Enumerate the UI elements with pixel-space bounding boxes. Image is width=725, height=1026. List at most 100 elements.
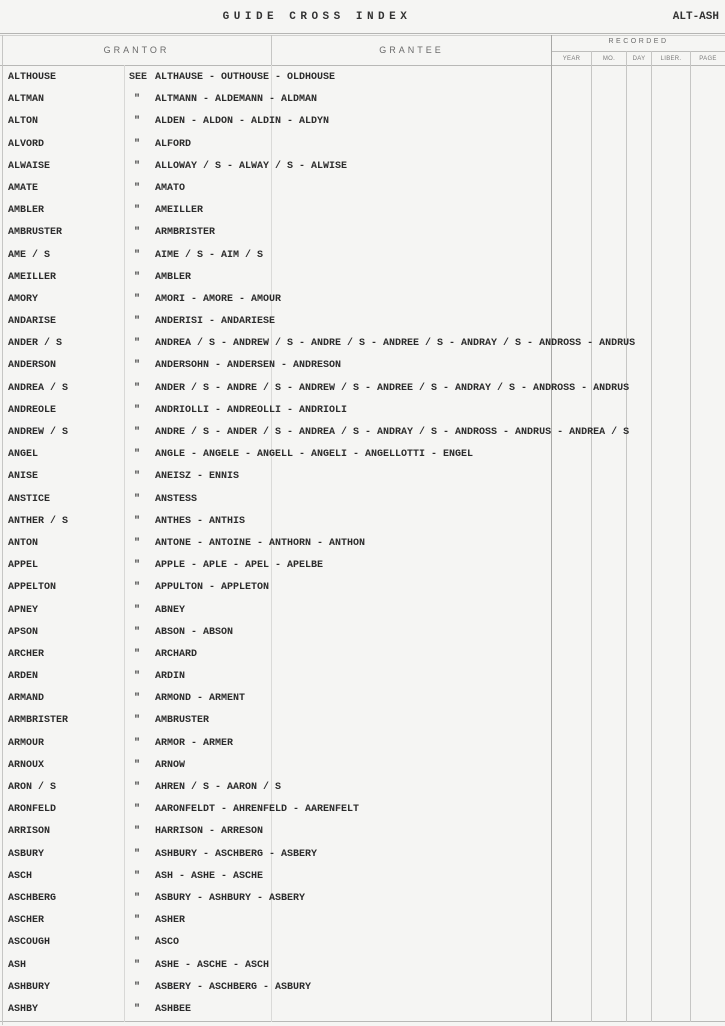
header-bottom-rule (0, 65, 725, 66)
grantor-name: ARCHER (8, 648, 45, 660)
grantor-name: APPELTON (8, 582, 57, 594)
grantor-name: ALTMAN (8, 94, 45, 106)
index-entry: ANDARISE " ANDERISI - ANDARIESE (0, 311, 725, 333)
grantee-names: ANTHES - ANTHIS (155, 515, 246, 527)
grantee-names: ASBERY - ASCHBERG - ASBURY (155, 981, 312, 993)
grantor-name: AMORY (8, 293, 39, 305)
index-entry: ANISE " ANEISZ - ENNIS (0, 466, 725, 488)
grantee-names: ALLOWAY / S - ALWAY / S - ALWISE (155, 160, 348, 172)
grantor-name: AMBRUSTER (8, 227, 63, 239)
ditto-mark: " (134, 826, 141, 838)
index-entry: ANSTICE " ANSTESS (0, 489, 725, 511)
index-entry: ASHBY " ASHBEE (0, 999, 725, 1021)
ditto-mark: " (134, 782, 141, 793)
ditto-mark: " (134, 271, 141, 283)
grantor-name: ANISE (8, 471, 39, 483)
grantee-names: ARMOR - ARMER (155, 737, 234, 749)
grantee-names: ANDREA / S - ANDREW / S - ANDRE / S - AN… (155, 338, 636, 350)
grantee-names: AMATO (155, 182, 186, 194)
grantor-name: ARONFELD (8, 804, 57, 816)
grantee-names: ALTHAUSE - OUTHOUSE - OLDHOUSE (155, 72, 336, 83)
grantee-names: AHREN / S - AARON / S (155, 782, 282, 793)
ditto-mark: " (134, 848, 141, 860)
grantee-names: ARCHARD (155, 648, 198, 660)
grantor-name: ANDREA / S (8, 382, 69, 394)
ditto-mark: " (134, 227, 141, 239)
grantor-name: ANSTICE (8, 493, 51, 505)
grantee-names: ASHBURY - ASCHBERG - ASBERY (155, 848, 318, 860)
grantee-names: ASHBEE (155, 1003, 192, 1015)
grantor-name: ANTON (8, 537, 39, 549)
recorded-sub-rule (551, 51, 725, 52)
grantee-names: ANEISZ - ENNIS (155, 471, 240, 483)
grantee-names: ANTONE - ANTOINE - ANTHORN - ANTHON (155, 537, 366, 549)
ditto-mark: " (134, 804, 141, 816)
ditto-mark: " (134, 249, 141, 261)
grantee-names: AIME / S - AIM / S (155, 249, 264, 261)
ditto-mark: " (134, 648, 141, 660)
grantee-names: AMBLER (155, 271, 192, 283)
ditto-mark: " (134, 693, 141, 705)
grantor-name: AMATE (8, 182, 39, 194)
grantee-names: ARMBRISTER (155, 227, 216, 239)
index-entry: AMEILLER " AMBLER (0, 267, 725, 289)
grantee-names: AMEILLER (155, 205, 204, 217)
index-entry: ARMOUR " ARMOR - ARMER (0, 733, 725, 755)
index-entry: ANTHER / S " ANTHES - ANTHIS (0, 511, 725, 533)
index-entry: ARMAND " ARMOND - ARMENT (0, 688, 725, 710)
grantor-name: ASHBY (8, 1003, 39, 1015)
ditto-mark: " (134, 759, 141, 771)
grantee-names: HARRISON - ARRESON (155, 826, 264, 838)
ditto-mark: " (134, 959, 141, 971)
index-entry: ANDREW / S " ANDRE / S - ANDER / S - ANDRE… (0, 422, 725, 444)
grantee-names: ALDEN - ALDON - ALDIN - ALDYN (155, 116, 330, 128)
grantor-name: ASCHBERG (8, 892, 57, 904)
ditto-mark: " (134, 94, 141, 106)
grantor-name: AMEILLER (8, 271, 57, 283)
grantee-names: ARMOND - ARMENT (155, 693, 246, 705)
grantee-names: ANDERSOHN - ANDERSEN - ANDRESON (155, 360, 342, 372)
index-entry: APSON " ABSON - ABSON (0, 622, 725, 644)
grantor-name: ASBURY (8, 848, 45, 860)
ditto-mark: " (134, 1003, 141, 1015)
index-entry: ALTON " ALDEN - ALDON - ALDIN - ALDYN (0, 111, 725, 133)
grantor-name: ARMBRISTER (8, 715, 69, 727)
ditto-mark: " (134, 626, 141, 638)
index-entry: ARNOUX " ARNOW (0, 755, 725, 777)
grantee-names: ABNEY (155, 604, 186, 616)
grantor-header: GRANTOR (103, 45, 170, 55)
index-entry: ALWAISE " ALLOWAY / S - ALWAY / S - ALWISE (0, 156, 725, 178)
index-entry: ANDER / S " ANDREA / S - ANDREW / S - ANDR… (0, 333, 725, 355)
index-entry: ASBURY " ASHBURY - ASCHBERG - ASBERY (0, 844, 725, 866)
index-entry: ASCH " ASH - ASHE - ASCHE (0, 866, 725, 888)
header-top-rule (0, 33, 725, 34)
grantee-names: ALFORD (155, 138, 192, 150)
index-entry: ANDERSON " ANDERSOHN - ANDERSEN - ANDRESON (0, 355, 725, 377)
grantor-name: ANTHER / S (8, 515, 69, 527)
grantee-names: ABSON - ABSON (155, 626, 234, 638)
ditto-mark: " (134, 560, 141, 572)
index-entry: AMBLER " AMEILLER (0, 200, 725, 222)
ditto-mark: " (134, 360, 141, 372)
index-entry: ALTHOUSE SEE ALTHAUSE - OUTHOUSE - OLDHOUS… (0, 67, 725, 89)
grantor-name: ALTHOUSE (8, 72, 57, 83)
grantee-names: ANDER / S - ANDRE / S - ANDREW / S - AND… (155, 382, 630, 394)
index-entry: ASHBURY " ASBERY - ASCHBERG - ASBURY (0, 977, 725, 999)
grantor-name: AME / S (8, 249, 51, 261)
ditto-mark: " (134, 449, 141, 461)
ditto-mark: " (134, 937, 141, 949)
grantor-name: ANDERSON (8, 360, 57, 372)
ditto-mark: " (134, 160, 141, 172)
grantee-names: ANDRE / S - ANDER / S - ANDREA / S - AND… (155, 427, 630, 438)
grantor-name: ASCOUGH (8, 937, 51, 949)
grantor-name: ANDREOLE (8, 404, 57, 416)
index-entry: ANDREA / S " ANDER / S - ANDRE / S - ANDRE… (0, 378, 725, 400)
grantor-name: ANDREW / S (8, 427, 69, 438)
ditto-mark: " (134, 427, 141, 438)
grantor-name: ASH (8, 959, 27, 971)
index-entry: APPELTON " APPULTON - APPLETON (0, 577, 725, 599)
grantor-name: ARNOUX (8, 759, 45, 771)
ditto-mark: " (134, 915, 141, 927)
ditto-mark: " (134, 892, 141, 904)
grantor-name: ASCH (8, 870, 33, 882)
